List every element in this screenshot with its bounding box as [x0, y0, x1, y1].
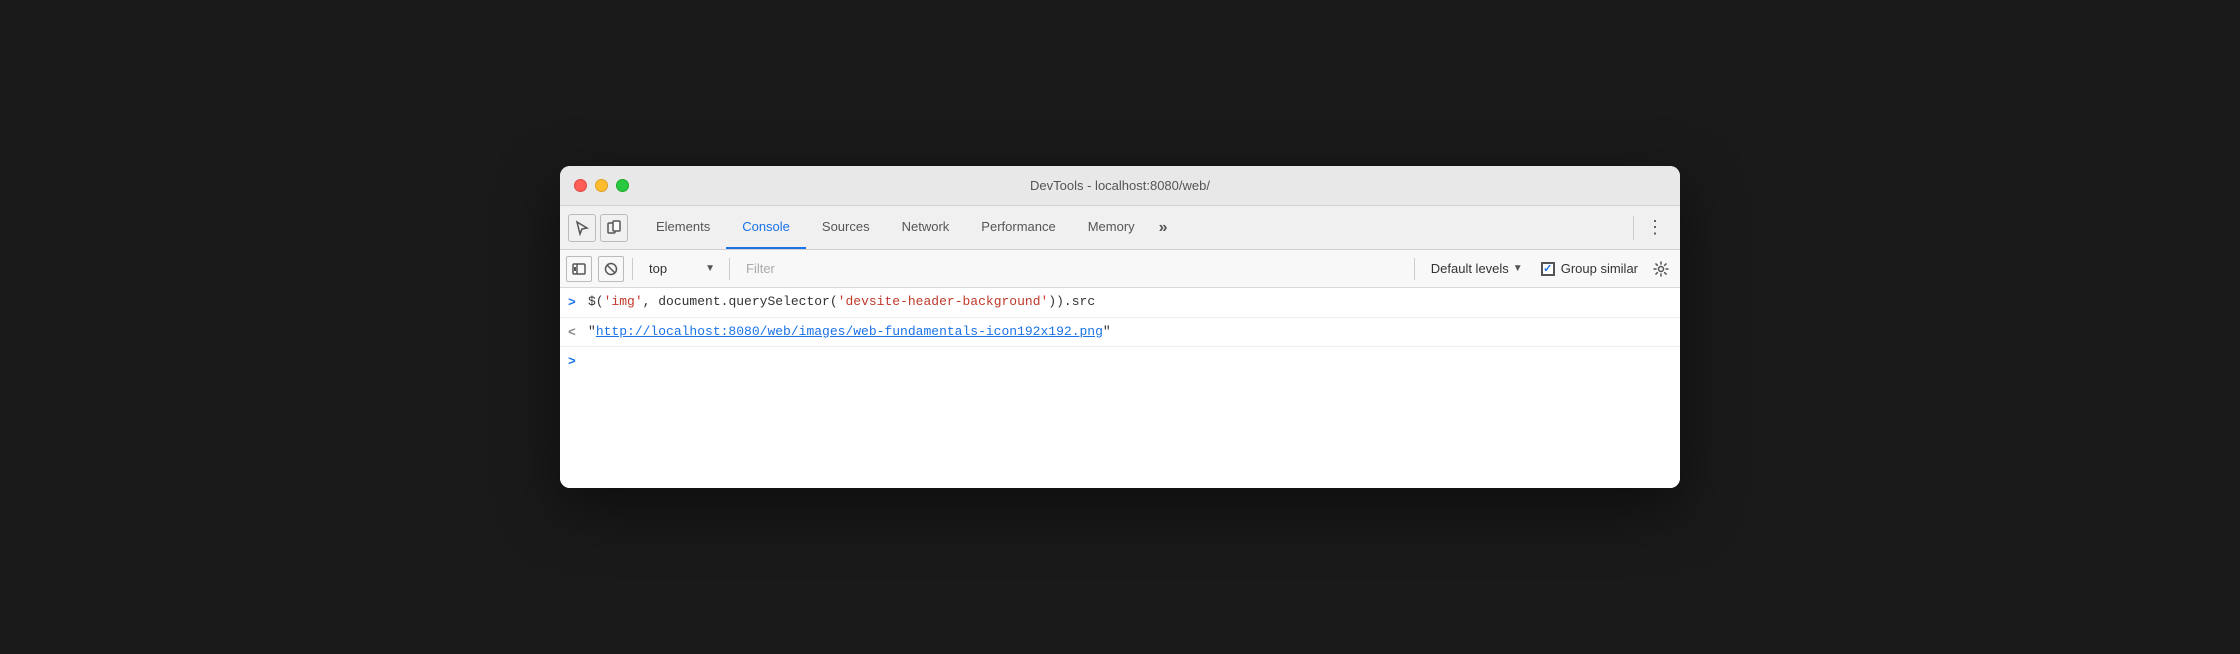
show-drawer-button[interactable] — [566, 256, 592, 282]
traffic-lights — [574, 179, 629, 192]
toolbar-divider-2 — [729, 258, 730, 280]
filter-wrapper — [738, 257, 1406, 280]
tab-memory[interactable]: Memory — [1072, 206, 1151, 249]
tabs-more-button[interactable]: » — [1151, 206, 1176, 249]
devtools-icon-group — [568, 214, 628, 242]
tab-sources[interactable]: Sources — [806, 206, 886, 249]
maximize-button[interactable] — [616, 179, 629, 192]
levels-arrow-icon: ▼ — [1513, 263, 1523, 274]
tab-performance[interactable]: Performance — [965, 206, 1071, 249]
group-similar-checkbox-wrapper[interactable]: Group similar — [1537, 257, 1642, 280]
console-input-text-1: $('img', document.querySelector('devsite… — [588, 292, 1672, 312]
console-toolbar: top ▼ Default levels ▼ Group similar — [560, 250, 1680, 288]
tab-elements[interactable]: Elements — [640, 206, 726, 249]
group-similar-checkbox[interactable] — [1541, 262, 1555, 276]
tabs: Elements Console Sources Network Perform… — [640, 206, 1629, 249]
log-levels-button[interactable]: Default levels ▼ — [1423, 257, 1531, 280]
console-output-line-1: < "http://localhost:8080/web/images/web-… — [560, 318, 1680, 348]
close-button[interactable] — [574, 179, 587, 192]
title-bar: DevTools - localhost:8080/web/ — [560, 166, 1680, 206]
toolbar-divider-3 — [1414, 258, 1415, 280]
console-link[interactable]: http://localhost:8080/web/images/web-fun… — [596, 324, 1103, 339]
console-settings-button[interactable] — [1648, 256, 1674, 282]
inspect-element-button[interactable] — [568, 214, 596, 242]
tab-divider — [1633, 216, 1634, 240]
devtools-menu-button[interactable]: ⋮ — [1638, 217, 1672, 238]
tab-console[interactable]: Console — [726, 206, 806, 249]
devtools-window: DevTools - localhost:8080/web/ Elements — [560, 166, 1680, 488]
tab-network[interactable]: Network — [886, 206, 966, 249]
console-output: > $('img', document.querySelector('devsi… — [560, 288, 1680, 488]
input-prompt-icon: > — [568, 292, 588, 313]
group-similar-label: Group similar — [1561, 261, 1638, 276]
clear-console-button[interactable] — [598, 256, 624, 282]
console-input-line-1: > $('img', document.querySelector('devsi… — [560, 288, 1680, 318]
window-title: DevTools - localhost:8080/web/ — [1030, 178, 1210, 193]
filter-input[interactable] — [738, 257, 1406, 280]
console-active-input-line: > — [560, 347, 1680, 375]
toolbar-divider-1 — [632, 258, 633, 280]
return-prompt-icon: < — [568, 322, 588, 343]
active-prompt-icon: > — [568, 354, 576, 369]
console-output-text-1: "http://localhost:8080/web/images/web-fu… — [588, 322, 1672, 342]
device-toolbar-button[interactable] — [600, 214, 628, 242]
context-selector[interactable]: top ▼ — [641, 257, 721, 280]
tab-bar: Elements Console Sources Network Perform… — [560, 206, 1680, 250]
minimize-button[interactable] — [595, 179, 608, 192]
context-select-input[interactable]: top — [641, 257, 721, 280]
